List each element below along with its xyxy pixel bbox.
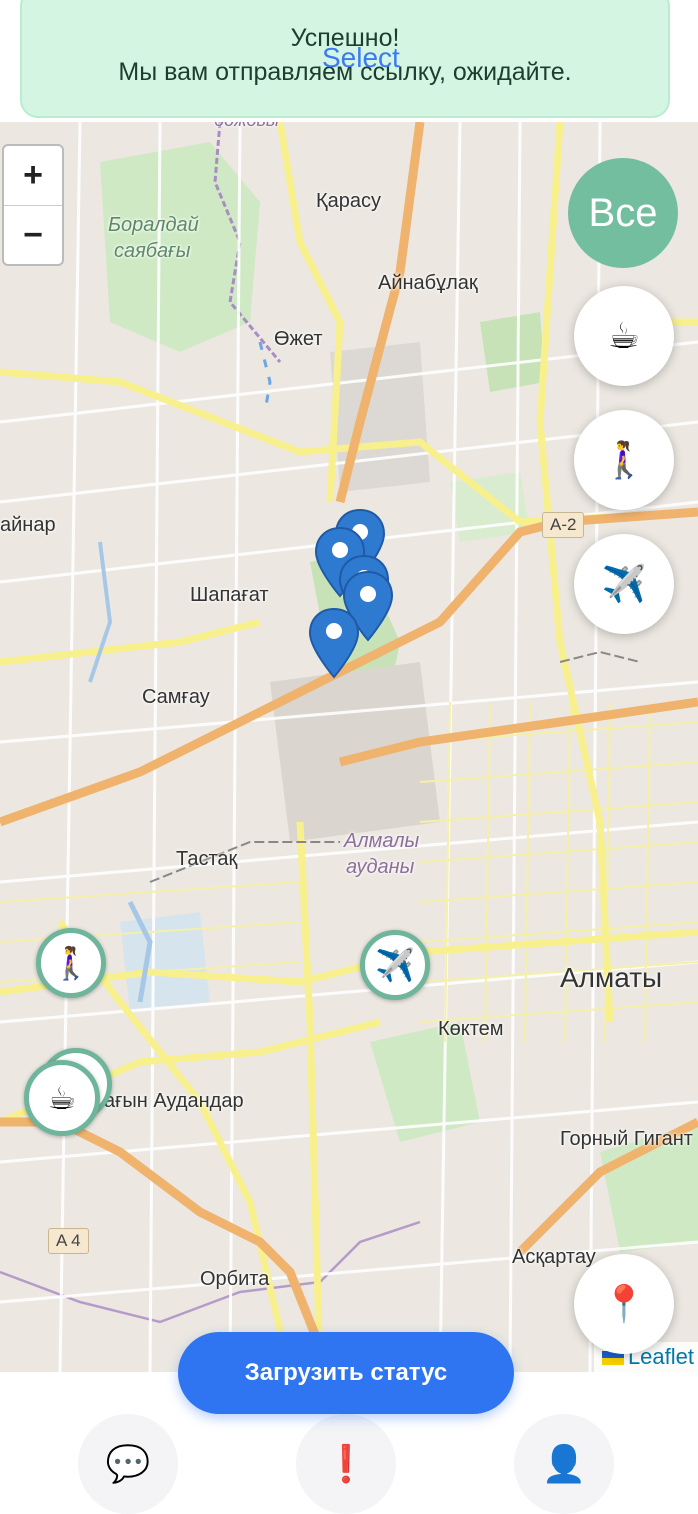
- map-label-ainabulak: Айнабұлақ: [378, 272, 478, 294]
- filter-all-button[interactable]: Все: [568, 158, 678, 268]
- filter-walk-button[interactable]: 🚶‍♀️: [574, 410, 674, 510]
- road-sign-a2: A-2: [542, 512, 585, 538]
- map-label-gorny: Горный Гигант: [560, 1128, 693, 1150]
- map-label-audandar: ағын Аудандар: [104, 1090, 244, 1112]
- map-view[interactable]: бөжовы Боралдай саябағы Қарасу Айнабұлақ…: [0, 122, 698, 1372]
- walk-icon: 🚶‍♀️: [601, 439, 647, 480]
- zoom-in-button[interactable]: +: [4, 146, 62, 206]
- coffee-marker[interactable]: ☕: [24, 1060, 100, 1136]
- map-label-karasu: Қарасу: [316, 190, 382, 212]
- map-label-koktem: Көктем: [438, 1018, 504, 1040]
- map-label-shapagat: Шапағат: [190, 584, 269, 606]
- profile-nav-button[interactable]: 👤: [514, 1414, 614, 1514]
- map-label-top-partial: бөжовы: [214, 122, 279, 131]
- walk-icon: 🚶‍♀️: [51, 945, 91, 981]
- select-overlay-text[interactable]: Select: [322, 42, 400, 74]
- pushpin-icon: 📍: [601, 1283, 647, 1324]
- chat-bubble-icon: 💬: [105, 1443, 151, 1484]
- coffee-icon: ☕: [607, 315, 641, 356]
- user-silhouette-icon: 👤: [541, 1443, 587, 1484]
- zoom-out-button[interactable]: −: [4, 206, 62, 265]
- success-toast: Успешно! Мы вам отправляем ссылку, ожида…: [20, 0, 670, 118]
- map-label-audany: ауданы: [346, 856, 415, 878]
- map-label-sayabagy: саябағы: [114, 240, 191, 262]
- map-label-tastak: Тастақ: [176, 848, 238, 870]
- exclamation-icon: ❗: [323, 1443, 369, 1484]
- zoom-control: + −: [2, 144, 64, 266]
- filter-coffee-button[interactable]: ☕: [574, 286, 674, 386]
- plane-icon: ✈️: [375, 947, 415, 983]
- map-label-orbita: Орбита: [200, 1268, 270, 1290]
- road-sign-a4: A 4: [48, 1228, 89, 1254]
- map-label-ainar: айнар: [0, 514, 56, 536]
- chat-nav-button[interactable]: 💬: [78, 1414, 178, 1514]
- map-label-ozhet: Өжет: [274, 328, 323, 350]
- upload-status-button[interactable]: Загрузить статус: [178, 1332, 514, 1414]
- filter-plane-button[interactable]: ✈️: [574, 534, 674, 634]
- my-location-button[interactable]: 📍: [574, 1254, 674, 1354]
- map-label-askartau: Асқартау: [512, 1246, 596, 1268]
- plane-icon: ✈️: [601, 563, 647, 604]
- alert-nav-button[interactable]: ❗: [296, 1414, 396, 1514]
- coffee-icon: ☕: [47, 1080, 77, 1116]
- walk-marker[interactable]: 🚶‍♀️: [36, 928, 106, 998]
- map-label-almaly: Алмалы: [344, 830, 420, 852]
- location-pin-marker[interactable]: [308, 604, 360, 682]
- map-label-samgau: Самғау: [142, 686, 210, 708]
- map-label-almaty: Алматы: [560, 962, 663, 993]
- map-label-borolday: Боралдай: [108, 214, 199, 236]
- plane-marker[interactable]: ✈️: [360, 930, 430, 1000]
